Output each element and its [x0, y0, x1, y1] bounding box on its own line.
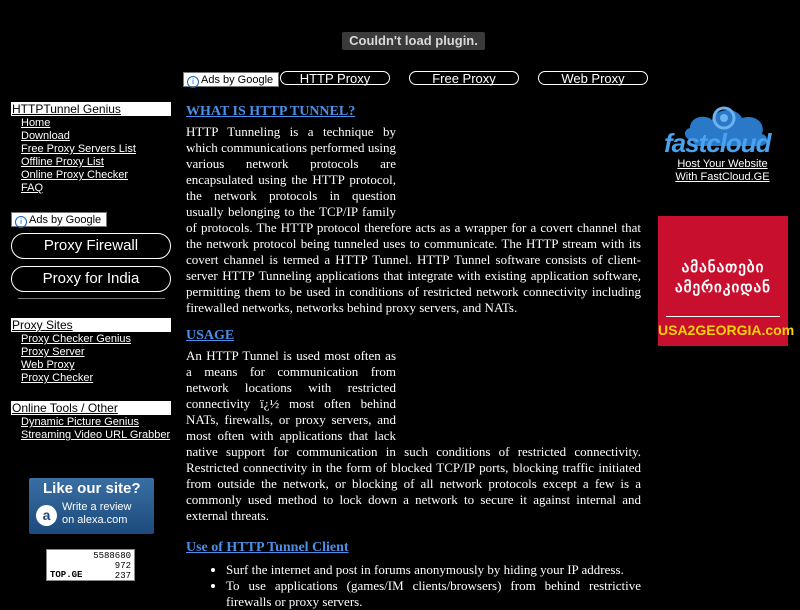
- ad-link-proxy-firewall[interactable]: Proxy Firewall: [11, 233, 171, 259]
- sidebar-item-download[interactable]: Download: [11, 130, 171, 143]
- sidebar-item-faq[interactable]: FAQ: [11, 182, 171, 195]
- fastcloud-line2: With FastCloud.GE: [675, 171, 770, 183]
- sidebar-divider: [18, 298, 165, 299]
- fastcloud-link[interactable]: Host Your Website With FastCloud.GE: [655, 158, 790, 184]
- sidebar-item-proxy-checker-genius[interactable]: Proxy Checker Genius: [11, 333, 171, 346]
- ad-link-http-proxy[interactable]: HTTP Proxy: [280, 71, 390, 86]
- plugin-error-message: Couldn't load plugin.: [342, 32, 485, 50]
- usa-banner-site: USA2GEORGIA.com: [658, 322, 795, 338]
- alexa-line2: on alexa.com: [62, 514, 128, 526]
- sidebar-section-title-online-tools[interactable]: Online Tools / Other: [11, 401, 171, 415]
- sidebar-online-tools: Online Tools / Other Dynamic Picture Gen…: [11, 401, 171, 442]
- info-icon: i: [15, 216, 27, 228]
- sidebar-section-title-proxy-sites[interactable]: Proxy Sites: [11, 318, 171, 332]
- topge-count-online: 237: [114, 571, 131, 581]
- list-item: Surf the internet and post in forums ano…: [226, 562, 641, 578]
- heading-usage[interactable]: USAGE: [186, 328, 641, 344]
- usa-banner-line1: ამანათები: [681, 259, 765, 276]
- sidebar-item-offline-proxy-list[interactable]: Offline Proxy List: [11, 156, 171, 169]
- sidebar-section-title-httptunnel[interactable]: HTTPTunnel Genius: [11, 102, 171, 116]
- topge-brand: TOP.GE: [50, 570, 83, 580]
- sidebar-item-streaming-video-url-grabber[interactable]: Streaming Video URL Grabber: [11, 429, 171, 442]
- client-uses-list: Surf the internet and post in forums ano…: [186, 562, 641, 610]
- ad-placeholder-2: [396, 348, 641, 430]
- usa-banner-line2: ამერიკიდან: [675, 279, 771, 296]
- sidebar-item-proxy-server[interactable]: Proxy Server: [11, 346, 171, 359]
- topge-counter[interactable]: 5588680 972 237 TOP.GE: [46, 549, 135, 581]
- topge-count-today: 972: [114, 561, 131, 571]
- ads-label: Ads by Google: [29, 214, 102, 226]
- heading-use-of-http-tunnel-client[interactable]: Use of HTTP Tunnel Client: [186, 540, 641, 556]
- sidebar-proxy-sites: Proxy Sites Proxy Checker Genius Proxy S…: [11, 318, 171, 385]
- alexa-line1: Write a review: [62, 501, 132, 513]
- sidebar: HTTPTunnel Genius Home Download Free Pro…: [11, 102, 171, 195]
- alexa-headline: Like our site?: [43, 480, 141, 497]
- fastcloud-logo-text: fastcloud: [664, 128, 772, 158]
- main-content: WHAT IS HTTP TUNNEL? HTTP Tunneling is a…: [186, 104, 641, 610]
- fastcloud-logo[interactable]: fastcloud: [662, 100, 784, 162]
- alexa-logo-icon: a: [36, 505, 57, 526]
- alexa-text: Write a review on alexa.com: [62, 501, 131, 527]
- ad-link-web-proxy[interactable]: Web Proxy: [538, 71, 648, 86]
- sidebar-item-home[interactable]: Home: [11, 117, 171, 130]
- alexa-review-banner[interactable]: Like our site? a Write a review on alexa…: [29, 478, 154, 534]
- sidebar-item-dynamic-picture-genius[interactable]: Dynamic Picture Genius: [11, 416, 171, 429]
- heading-what-is-http-tunnel[interactable]: WHAT IS HTTP TUNNEL?: [186, 104, 641, 120]
- info-icon: i: [187, 76, 199, 88]
- sidebar-item-web-proxy[interactable]: Web Proxy: [11, 359, 171, 372]
- ads-label: Ads by Google: [201, 74, 274, 86]
- topge-count-total: 5588680: [93, 551, 131, 561]
- ad-placeholder-1: [396, 124, 641, 206]
- ad-link-free-proxy[interactable]: Free Proxy: [409, 71, 519, 86]
- usa-banner-divider: [666, 316, 780, 317]
- usa2georgia-banner[interactable]: ამანათები ამერიკიდან USA2GEORGIA.com: [658, 216, 795, 346]
- ads-by-google-sidebar[interactable]: i Ads by Google: [11, 212, 107, 228]
- sidebar-item-proxy-checker[interactable]: Proxy Checker: [11, 372, 171, 385]
- fastcloud-line1: Host Your Website: [677, 158, 768, 170]
- sidebar-item-free-proxy-servers-list[interactable]: Free Proxy Servers List: [11, 143, 171, 156]
- list-item: To use applications (games/IM clients/br…: [226, 578, 641, 610]
- sidebar-item-online-proxy-checker[interactable]: Online Proxy Checker: [11, 169, 171, 182]
- ad-link-proxy-for-india[interactable]: Proxy for India: [11, 266, 171, 292]
- ads-by-google-top[interactable]: i Ads by Google: [183, 72, 279, 88]
